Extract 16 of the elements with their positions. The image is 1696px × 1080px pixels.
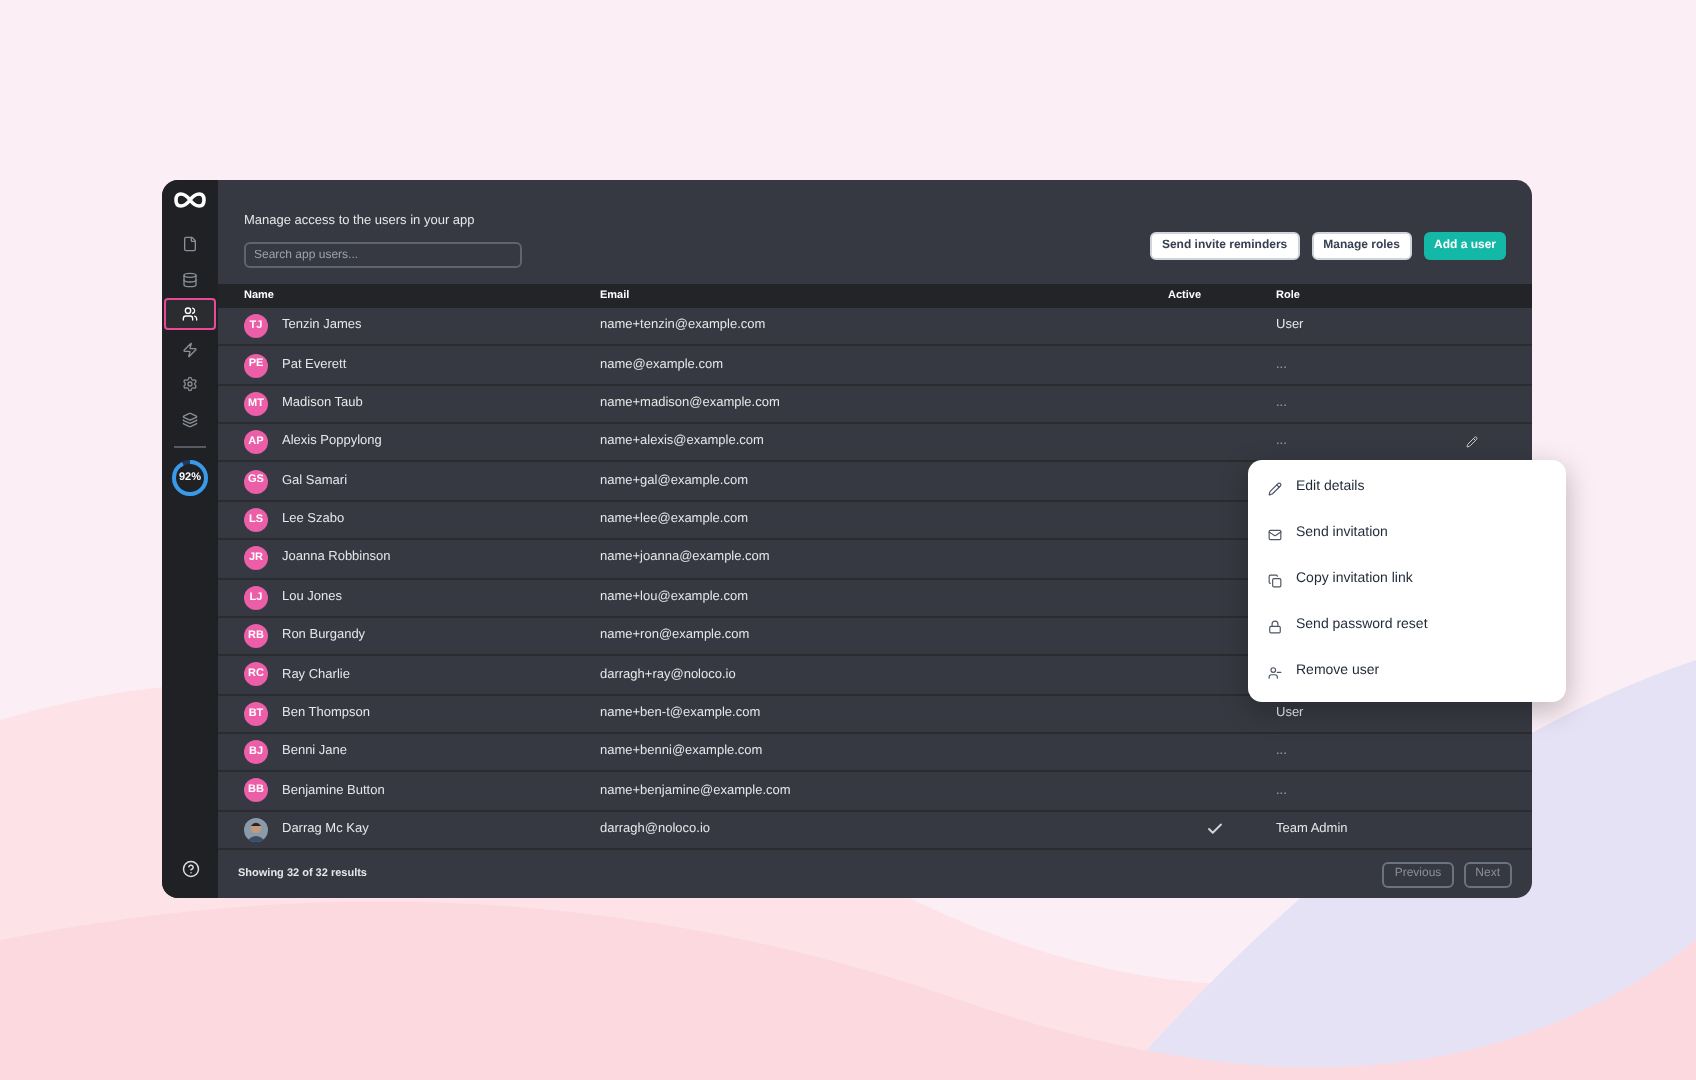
help-icon[interactable]	[181, 860, 199, 878]
copy-icon	[1268, 574, 1282, 588]
check-icon	[1206, 820, 1224, 839]
pencil-icon[interactable]	[1466, 436, 1478, 449]
users-icon	[182, 306, 198, 322]
settings-icon	[182, 376, 198, 392]
user-minus-icon	[1268, 666, 1282, 680]
envelope-icon	[1268, 528, 1282, 542]
file-icon	[182, 236, 198, 252]
sidebar-button[interactable]	[164, 298, 216, 330]
lightning-icon	[182, 341, 198, 357]
layers-icon	[182, 411, 198, 427]
database-icon	[182, 271, 198, 287]
logo-icon	[172, 190, 208, 210]
lock-icon	[1268, 620, 1282, 634]
pencil-icon	[1268, 482, 1282, 496]
